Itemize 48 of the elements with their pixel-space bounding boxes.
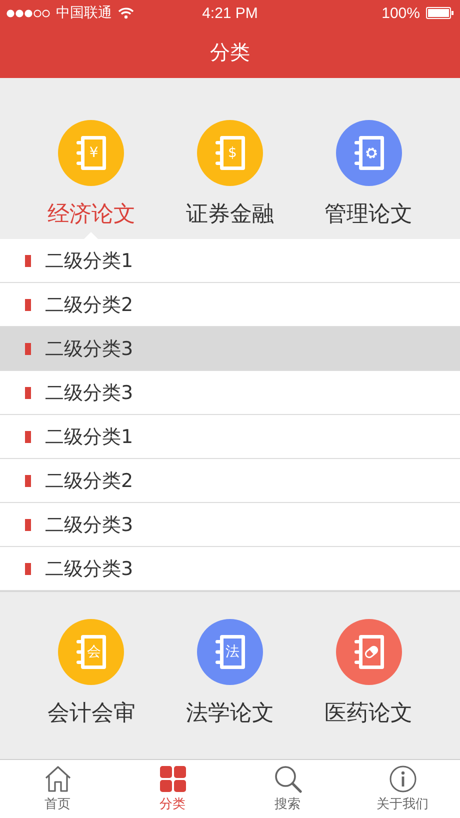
- subcategory-row[interactable]: 二级分类3: [0, 371, 460, 415]
- status-time: 4:21 PM: [202, 4, 258, 22]
- subcategory-label: 二级分类3: [45, 336, 134, 362]
- subcategory-row[interactable]: 二级分类1: [0, 415, 460, 459]
- carrier-name: 中国联通: [56, 4, 112, 22]
- tab-item[interactable]: 首页: [0, 760, 115, 818]
- tab-item[interactable]: 搜索: [230, 760, 345, 818]
- bullet-icon: [25, 298, 31, 310]
- bullet-icon: [25, 342, 31, 354]
- subcategory-label: 二级分类2: [45, 468, 134, 494]
- icon-glyph: 会: [86, 643, 102, 662]
- bullet-icon: [25, 562, 31, 574]
- subcategory-row[interactable]: 二级分类3: [0, 547, 460, 591]
- category-label[interactable]: 会计会审: [47, 699, 136, 729]
- category-label[interactable]: 证券金融: [186, 200, 274, 230]
- subcategory-row[interactable]: 二级分类2: [0, 459, 460, 503]
- category-label[interactable]: 法学论文: [186, 699, 274, 729]
- wifi-icon: [118, 7, 134, 19]
- battery-percent: 100%: [382, 4, 420, 22]
- subcategory-row[interactable]: 二级分类3: [0, 503, 460, 547]
- bullet-icon: [25, 430, 31, 442]
- subcategory-row[interactable]: 二级分类1: [0, 239, 460, 283]
- subcategory-label: 二级分类2: [45, 292, 134, 318]
- page-title: 分类: [210, 38, 250, 66]
- bullet-icon: [25, 254, 31, 266]
- subcategory-label: 二级分类3: [45, 512, 134, 538]
- search-icon: [274, 765, 302, 793]
- icon-glyph: ¥: [88, 144, 100, 163]
- bullet-icon: [25, 474, 31, 486]
- subcategory-label: 二级分类1: [45, 424, 134, 450]
- tab-item[interactable]: 关于我们: [345, 760, 460, 818]
- info-icon: [388, 765, 416, 793]
- signal-icon: [6, 8, 50, 18]
- battery-icon: [426, 7, 454, 19]
- tab-item[interactable]: 分类: [115, 760, 230, 818]
- category-label[interactable]: 医药论文: [324, 699, 413, 729]
- category-label[interactable]: 经济论文: [47, 200, 136, 230]
- subcategory-label: 二级分类1: [45, 248, 134, 274]
- subcategory-label: 二级分类3: [45, 556, 134, 582]
- subcategory-row[interactable]: 二级分类3: [0, 327, 460, 371]
- bullet-icon: [25, 386, 31, 398]
- grid-icon: [158, 765, 186, 793]
- bullet-icon: [25, 518, 31, 530]
- subcategory-label: 二级分类3: [45, 380, 134, 406]
- icon-glyph: $: [227, 144, 238, 163]
- icon-glyph: 法: [224, 643, 240, 662]
- home-icon: [44, 765, 72, 793]
- category-label[interactable]: 管理论文: [324, 200, 413, 230]
